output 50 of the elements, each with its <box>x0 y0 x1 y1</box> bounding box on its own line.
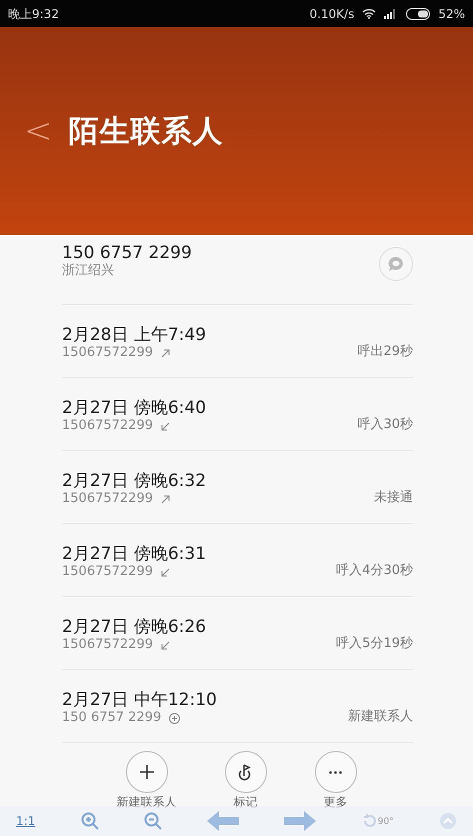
call-number: 15067572299 <box>62 491 153 507</box>
call-number: 15067572299 <box>62 564 153 580</box>
zoom-in-icon[interactable] <box>80 812 99 830</box>
add-action-button[interactable] <box>126 751 168 793</box>
call-number: 150 6757 2299 <box>62 710 162 726</box>
network-speed: 0.10K/s <box>309 6 354 22</box>
call-result: 未接通 <box>374 488 413 506</box>
more-icon <box>329 770 342 774</box>
call-number: 15067572299 <box>62 637 153 653</box>
call-time: 2月27日 傍晚6:32 <box>62 471 206 492</box>
battery-percent: 52% <box>438 6 465 22</box>
wifi-icon <box>362 8 376 19</box>
incoming-arrow-icon <box>160 640 170 650</box>
call-result: 呼入30秒 <box>357 416 413 434</box>
add-contact-icon[interactable] <box>169 712 180 724</box>
call-number: 15067572299 <box>62 345 153 361</box>
right-arrow-icon[interactable] <box>284 811 316 831</box>
call-time: 2月27日 傍晚6:26 <box>62 617 206 638</box>
call-result: 呼入5分19秒 <box>336 634 413 652</box>
rotate-label: 90° <box>378 816 394 828</box>
incoming-arrow-icon <box>160 422 170 431</box>
action-label: 标记 <box>234 794 258 811</box>
outgoing-arrow-icon <box>160 494 170 504</box>
message-button[interactable] <box>379 247 413 281</box>
action-label: 新建联系人 <box>116 794 176 811</box>
call-result: 呼出29秒 <box>357 342 413 360</box>
battery-icon <box>406 8 430 20</box>
back-button[interactable]: < <box>24 114 52 148</box>
call-time: 2月27日 中午12:10 <box>62 690 217 710</box>
zoom-out-icon[interactable] <box>144 812 162 830</box>
call-time: 2月27日 傍晚6:40 <box>62 398 206 418</box>
clock: 晚上9:32 <box>8 6 59 22</box>
actual-size-button[interactable]: 1:1 <box>16 812 36 830</box>
call-result: 呼入4分30秒 <box>336 562 413 580</box>
action-label: 更多 <box>324 794 348 811</box>
incoming-arrow-icon <box>160 568 170 577</box>
outgoing-arrow-icon <box>160 348 170 358</box>
rotate-icon[interactable] <box>362 813 378 829</box>
call-result: 新建联系人 <box>348 708 413 726</box>
call-time: 2月28日 上午7:49 <box>62 325 206 346</box>
left-arrow-icon[interactable] <box>207 811 240 831</box>
chat-bubble-icon <box>387 255 405 273</box>
call-time: 2月27日 傍晚6:31 <box>62 544 206 564</box>
call-number: 15067572299 <box>62 418 153 434</box>
phone-number: 150 6757 2299 <box>62 243 192 263</box>
page-title: 陌生联系人 <box>68 112 224 150</box>
more-action-button[interactable] <box>314 751 356 793</box>
location-text: 浙江绍兴 <box>62 263 115 279</box>
mark-action-button[interactable] <box>224 751 266 793</box>
up-icon[interactable] <box>438 812 457 830</box>
